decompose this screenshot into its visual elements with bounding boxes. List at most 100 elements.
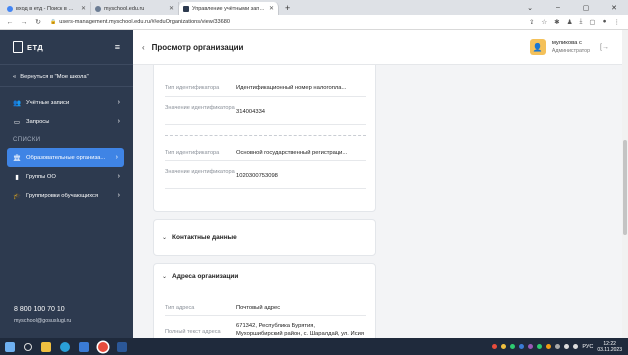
tray-app-icon[interactable] xyxy=(555,344,561,349)
field-value: Почтовый адрес xyxy=(236,305,281,311)
sidebar-item-label: Образовательные организа... xyxy=(26,154,106,161)
logout-icon[interactable]: [→ xyxy=(600,44,609,51)
tray-app-icon[interactable] xyxy=(537,344,543,349)
tray-app-icon[interactable] xyxy=(510,344,516,349)
scrollbar-thumb[interactable] xyxy=(623,140,627,235)
reload-icon[interactable]: ↻ xyxy=(34,18,42,26)
maximize-button[interactable]: ▢ xyxy=(572,4,600,12)
profile-figure-icon[interactable]: ♟ xyxy=(567,18,573,26)
institution-icon: 🏛 xyxy=(13,154,22,162)
tray-app-icon[interactable] xyxy=(519,344,525,349)
identifier-value-row: Значение идентификатора 314004334 xyxy=(165,104,265,116)
chevron-right-icon: › xyxy=(115,154,118,161)
browser-tab-3[interactable]: Управление учётными записями ✕ xyxy=(179,2,279,15)
chevron-down-icon: ⌄ xyxy=(162,274,168,280)
word-icon[interactable] xyxy=(117,341,127,352)
row-divider xyxy=(165,188,366,189)
sidebar-item-requests[interactable]: ▭ Запросы › xyxy=(0,112,133,131)
sidebar-item-label: Запросы xyxy=(26,118,50,125)
forward-icon[interactable]: → xyxy=(20,19,28,26)
extensions-icon[interactable]: ✱ xyxy=(554,18,559,26)
tab-title: myschool.edu.ru xyxy=(104,5,145,12)
chevron-down-icon: ⌄ xyxy=(162,235,168,241)
google-icon xyxy=(7,5,13,12)
user-menu[interactable]: 👤 муликова с Администратор [→ xyxy=(529,39,622,55)
support-email[interactable]: myschool@gosuslugi.ru xyxy=(14,318,71,324)
graduation-cap-icon: 🎓 xyxy=(13,192,22,200)
clock-date: 03.11.2023 xyxy=(597,346,622,353)
browser-tab-2[interactable]: myschool.edu.ru ✕ xyxy=(91,2,179,15)
tab-search-icon[interactable]: ⌄ xyxy=(516,4,544,12)
sidebar-item-accounts[interactable]: 👥 Учётные записи › xyxy=(0,93,133,112)
wifi-icon[interactable] xyxy=(564,344,570,349)
close-tab-icon[interactable]: ✕ xyxy=(269,5,274,12)
keyboard-language[interactable]: РУС xyxy=(582,344,593,350)
minimize-button[interactable]: – xyxy=(544,4,572,11)
double-chevron-left-icon: « xyxy=(13,73,17,80)
back-to-school-label: Вернуться в "Мое школа" xyxy=(20,73,89,80)
search-icon[interactable] xyxy=(24,342,32,351)
sidebar-item-groups[interactable]: ▮ Группы ОО › xyxy=(0,167,133,186)
file-explorer-icon[interactable] xyxy=(41,341,51,352)
browser-tab-1[interactable]: вход в етд - Поиск в Google ✕ xyxy=(3,2,91,15)
contacts-accordion[interactable]: ⌄ Контактные данные xyxy=(153,219,376,256)
os-taskbar: РУС 12:22 03.11.2023 xyxy=(0,338,628,355)
sidebar-footer: 8 800 100 70 10 myschool@gosuslugi.ru xyxy=(14,306,71,324)
site-icon xyxy=(183,5,189,12)
browser-toolbar-icons: ⇪ ☆ ✱ ♟ ⤓ ▢ ● ⋮ xyxy=(529,18,622,26)
sidebar-item-student-groupings[interactable]: 🎓 Группировки обучающихся › xyxy=(0,186,133,205)
field-value: Идентификационный номер налогопла... xyxy=(236,85,347,91)
field-label: Полный текст адреса xyxy=(165,329,221,335)
field-label: Тип идентификатора xyxy=(165,150,220,156)
tray-app-icon[interactable] xyxy=(528,344,534,349)
clock[interactable]: 12:22 03.11.2023 xyxy=(597,341,622,353)
address-text: 671342, Республика Бурятия, Мухоршибирск… xyxy=(236,322,364,338)
support-phone: 8 800 100 70 10 xyxy=(14,306,65,313)
tab-title: Управление учётными записями xyxy=(192,5,266,12)
windows-start-icon[interactable] xyxy=(5,341,15,352)
chevron-right-icon: › xyxy=(117,99,120,106)
identifier-type-row: Тип идентификатора Основной государствен… xyxy=(165,149,347,157)
addresses-accordion-header[interactable]: ⌄ Адреса организации xyxy=(162,273,238,280)
close-tab-icon[interactable]: ✕ xyxy=(169,5,174,12)
bookmark-star-icon[interactable]: ☆ xyxy=(541,18,547,26)
user-info: муликова с Администратор xyxy=(552,40,590,54)
sidebar: ЕТД ≡ « Вернуться в "Мое школа" 👥 Учётны… xyxy=(0,30,133,338)
download-icon[interactable]: ⤓ xyxy=(580,18,583,26)
sidebar-item-organizations[interactable]: 🏛 Образовательные организа... › xyxy=(7,148,124,167)
close-tab-icon[interactable]: ✕ xyxy=(81,5,86,12)
field-label: Тип идентификатора xyxy=(165,85,220,91)
requests-icon: ▭ xyxy=(13,118,21,126)
site-icon xyxy=(95,5,101,12)
tray-app-icon[interactable] xyxy=(492,344,498,349)
more-menu-icon[interactable]: ⋮ xyxy=(614,18,621,26)
bookmark-icon: ▮ xyxy=(15,173,19,181)
tray-app-icon[interactable] xyxy=(546,344,552,349)
edge-browser-icon[interactable] xyxy=(60,341,70,352)
lock-icon[interactable]: 🔒 xyxy=(50,19,56,25)
identifier-value-row: Значение идентификатора 1020300753098 xyxy=(165,168,278,180)
addresses-title: Адреса организации xyxy=(172,273,239,280)
chevron-right-icon: › xyxy=(117,192,120,199)
page-scrollbar[interactable] xyxy=(622,30,628,338)
back-to-school-link[interactable]: « Вернуться в "Мое школа" xyxy=(0,67,133,87)
sidebar-section-lists: СПИСКИ xyxy=(13,136,41,143)
volume-icon[interactable] xyxy=(573,344,579,349)
app: ЕТД ≡ « Вернуться в "Мое школа" 👥 Учётны… xyxy=(0,30,628,338)
share-icon[interactable]: ⇪ xyxy=(529,18,534,26)
back-icon[interactable]: ← xyxy=(6,19,14,26)
close-window-button[interactable]: ✕ xyxy=(600,4,628,12)
tray-app-icon[interactable] xyxy=(501,344,507,349)
back-chevron-icon[interactable]: ‹ xyxy=(142,43,145,52)
chrome-browser-icon[interactable] xyxy=(98,341,108,352)
sidebar-panel-icon[interactable]: ▢ xyxy=(589,18,595,26)
system-tray: РУС 12:22 03.11.2023 xyxy=(492,341,628,353)
field-label: Значение идентификатора xyxy=(165,105,235,111)
hamburger-menu-icon[interactable]: ≡ xyxy=(115,42,120,52)
logo-row: ЕТД ≡ xyxy=(0,30,133,65)
new-tab-button[interactable]: + xyxy=(279,3,296,15)
url-field[interactable]: 🔒 users-management.myschool.edu.ru/#/edu… xyxy=(48,17,523,28)
account-icon[interactable]: ● xyxy=(603,18,607,26)
logo-text: ЕТД xyxy=(27,42,44,52)
mail-icon[interactable] xyxy=(79,341,89,352)
